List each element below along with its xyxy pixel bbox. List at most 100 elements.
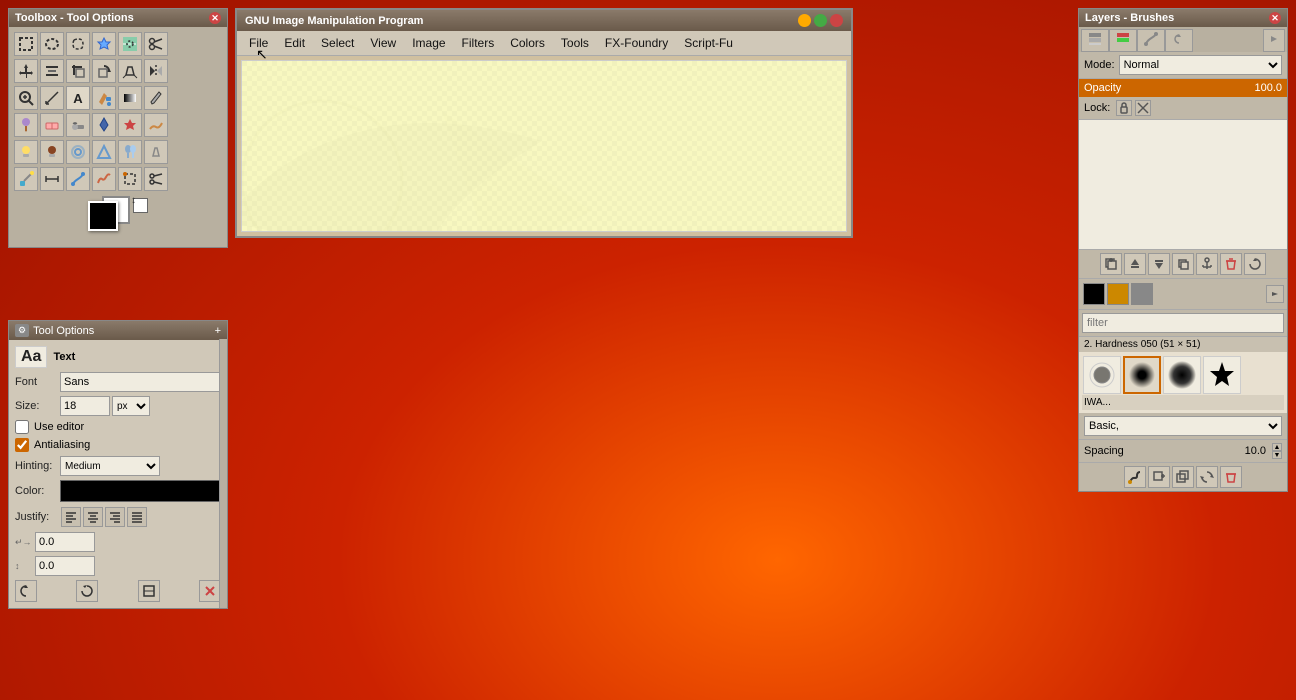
layers-close-button[interactable]: ✕: [1269, 12, 1281, 24]
menu-colors[interactable]: Colors: [502, 33, 553, 53]
flip-tool[interactable]: [144, 59, 168, 83]
hinting-select[interactable]: Medium None Slight Full: [60, 456, 160, 476]
unit-select[interactable]: px pt: [112, 396, 150, 416]
lower-layer-button[interactable]: [1148, 253, 1170, 275]
scissors-select-tool[interactable]: [144, 32, 168, 56]
menu-image[interactable]: Image: [404, 33, 453, 53]
gray-swatch[interactable]: [1131, 283, 1153, 305]
menu-script-fu[interactable]: Script-Fu: [676, 33, 741, 53]
text-tool[interactable]: A: [66, 86, 90, 110]
pencil-tool[interactable]: [144, 86, 168, 110]
burn-tool[interactable]: [40, 140, 64, 164]
menu-filters[interactable]: Filters: [454, 33, 503, 53]
spacing-down-button[interactable]: ▼: [1272, 451, 1282, 459]
new-brush-button[interactable]: [1148, 466, 1170, 488]
raise-layer-button[interactable]: [1124, 253, 1146, 275]
brush-item-star[interactable]: [1203, 356, 1241, 394]
mode-select[interactable]: Normal Multiply Screen: [1119, 55, 1282, 75]
bucket-fill-tool[interactable]: [92, 86, 116, 110]
rotate-tool[interactable]: [92, 59, 116, 83]
airbrush-tool[interactable]: [66, 113, 90, 137]
color-picker-tool[interactable]: [14, 167, 38, 191]
lasso-tool[interactable]: [66, 32, 90, 56]
indent-input[interactable]: [35, 532, 95, 552]
justify-left-button[interactable]: [61, 507, 81, 527]
move-tool[interactable]: [14, 59, 38, 83]
anchor-layer-button[interactable]: [1196, 253, 1218, 275]
use-editor-checkbox[interactable]: [15, 420, 29, 434]
paint-icon-button[interactable]: [1124, 466, 1146, 488]
fuzzy-select-tool[interactable]: [92, 32, 116, 56]
duplicate-brush-button[interactable]: [1172, 466, 1194, 488]
brush-item-hardness050[interactable]: [1123, 356, 1161, 394]
menu-file[interactable]: File: [241, 33, 276, 53]
refresh-button[interactable]: [1244, 253, 1266, 275]
align-tool[interactable]: [40, 59, 64, 83]
tab-channels[interactable]: [1109, 29, 1137, 52]
tool-options-scrollbar[interactable]: [219, 339, 227, 608]
ink-tool[interactable]: [92, 113, 116, 137]
perspective-tool[interactable]: [118, 59, 142, 83]
tool-preset-button[interactable]: [15, 580, 37, 602]
color-picker-swatch[interactable]: [60, 480, 221, 502]
delete-brush-button[interactable]: [1220, 466, 1242, 488]
dodge-tool[interactable]: [14, 140, 38, 164]
orange-swatch[interactable]: [1107, 283, 1129, 305]
brush-item-starburst[interactable]: [1083, 356, 1121, 394]
tool-options-expand[interactable]: +: [215, 325, 221, 337]
sharpen-tool[interactable]: [92, 140, 116, 164]
measure-tool2[interactable]: [40, 167, 64, 191]
black-swatch[interactable]: [1083, 283, 1105, 305]
menu-select[interactable]: Select: [313, 33, 362, 53]
rect-select-tool[interactable]: [14, 32, 38, 56]
justify-right-button[interactable]: [105, 507, 125, 527]
crop-tool[interactable]: [66, 59, 90, 83]
freehand-tool[interactable]: [92, 167, 116, 191]
clone-tool[interactable]: [118, 140, 142, 164]
persp-clone-tool[interactable]: [144, 140, 168, 164]
brush-item-circle-large[interactable]: [1163, 356, 1201, 394]
gimp-close-button[interactable]: [830, 14, 843, 27]
paths-tool[interactable]: [66, 167, 90, 191]
brush-tool[interactable]: [14, 113, 38, 137]
tool-save-button[interactable]: [138, 580, 160, 602]
brush-category-select[interactable]: Basic, Natural Texture: [1084, 416, 1282, 436]
color-select-tool[interactable]: [118, 32, 142, 56]
justify-fill-button[interactable]: [127, 507, 147, 527]
new-layer-button[interactable]: [1100, 253, 1122, 275]
tool-reset-button[interactable]: [76, 580, 98, 602]
blend-tool[interactable]: [118, 86, 142, 110]
blur-tool[interactable]: [66, 140, 90, 164]
gimp-maximize-button[interactable]: [814, 14, 827, 27]
tab-paths[interactable]: [1137, 29, 1165, 52]
menu-fx-foundry[interactable]: FX-Foundry: [597, 33, 676, 53]
ellipse-select-tool[interactable]: [40, 32, 64, 56]
tab-layers[interactable]: [1081, 29, 1109, 52]
smudge-tool[interactable]: [144, 113, 168, 137]
modify-selection-tool[interactable]: [118, 167, 142, 191]
heal-tool[interactable]: [118, 113, 142, 137]
tool-options-icon[interactable]: ⚙: [15, 324, 29, 337]
swap-colors-button[interactable]: ↕: [131, 195, 136, 206]
zoom-tool[interactable]: [14, 86, 38, 110]
delete-layer-button[interactable]: [1220, 253, 1242, 275]
spacing-up-button[interactable]: ▲: [1272, 443, 1282, 451]
antialiasing-checkbox[interactable]: [15, 438, 29, 452]
menu-view[interactable]: View: [362, 33, 404, 53]
menu-edit[interactable]: Edit: [276, 33, 313, 53]
menu-tools[interactable]: Tools: [553, 33, 597, 53]
measure-tool[interactable]: [40, 86, 64, 110]
eraser-tool[interactable]: [40, 113, 64, 137]
font-input[interactable]: [60, 372, 221, 392]
size-input[interactable]: [60, 396, 110, 416]
tool-delete-button[interactable]: [199, 580, 221, 602]
toolbox-close-button[interactable]: ✕: [209, 12, 221, 24]
lock-position-button[interactable]: [1116, 100, 1132, 116]
gimp-minimize-button[interactable]: [798, 14, 811, 27]
duplicate-layer-button[interactable]: [1172, 253, 1194, 275]
tab-expand-button[interactable]: [1263, 29, 1285, 52]
justify-center-button[interactable]: [83, 507, 103, 527]
brush-filter-input[interactable]: [1082, 313, 1284, 333]
iscissors-tool[interactable]: [144, 167, 168, 191]
line-spacing-input[interactable]: [35, 556, 95, 576]
